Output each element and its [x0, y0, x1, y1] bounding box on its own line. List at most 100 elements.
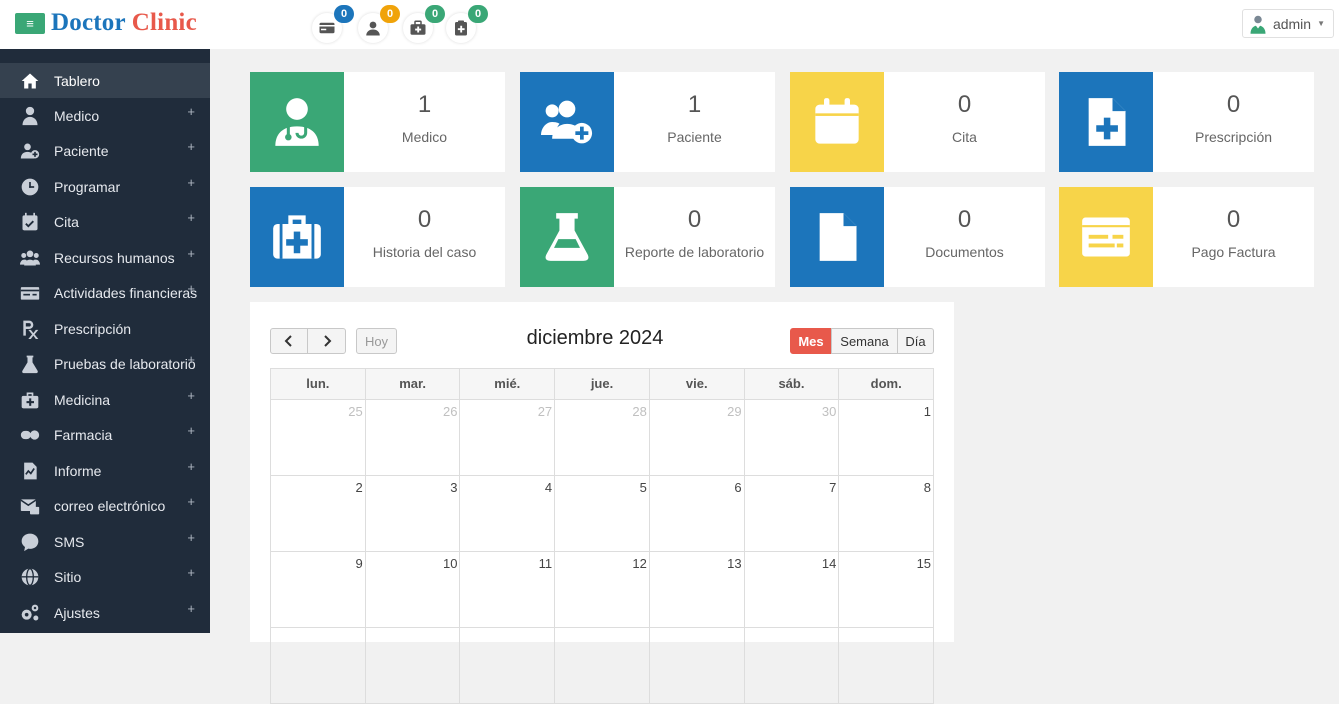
calendar-day-cell[interactable]: 13	[650, 552, 745, 627]
medical-kit-notification-button[interactable]: 0	[403, 5, 445, 43]
sidebar-item-tablero[interactable]: Tablero	[0, 63, 210, 98]
calendar-day-cell[interactable]: 10	[366, 552, 461, 627]
patient-notification-button[interactable]: 0	[358, 5, 400, 43]
sidebar-item-informe[interactable]: Informe +	[0, 453, 210, 488]
stat-value: 1	[687, 91, 702, 118]
stat-icon-box	[1059, 187, 1153, 287]
calendar-day-cell[interactable]: 15	[839, 552, 935, 627]
calendar-day-cell[interactable]: 14	[745, 552, 840, 627]
stat-value: 0	[1226, 206, 1241, 233]
sidebar-item-cita[interactable]: Cita +	[0, 204, 210, 239]
sidebar-item-medicina[interactable]: Medicina +	[0, 382, 210, 417]
weekday-header: vie.	[650, 369, 745, 399]
calendar-day-cell[interactable]: 30	[745, 400, 840, 475]
calendar-today-button[interactable]: Hoy	[356, 328, 397, 354]
calendar-day-cell[interactable]: 2	[271, 476, 366, 551]
calendar-day-cell[interactable]	[366, 628, 461, 703]
sidebar-item-label: Informe	[54, 462, 102, 479]
stat-label: Medico	[401, 129, 448, 145]
calendar-day-cell[interactable]: 12	[555, 552, 650, 627]
stat-card-cita[interactable]: 0 Cita	[790, 72, 1045, 172]
home-icon	[19, 70, 41, 92]
medkit-icon	[273, 215, 321, 259]
brand-logo[interactable]: Doctor Clinic	[51, 9, 197, 37]
calendar-day-cell[interactable]: 27	[460, 400, 556, 475]
calendar-day-cell[interactable]	[460, 628, 556, 703]
stat-card-pago-factura[interactable]: 0 Pago Factura	[1059, 187, 1314, 287]
credit-card-icon	[1082, 217, 1130, 257]
menu-toggle-button[interactable]: ≡	[15, 13, 45, 34]
sidebar-item-farmacia[interactable]: Farmacia +	[0, 417, 210, 452]
sidebar-item-actividades-financieras[interactable]: Actividades financieras +	[0, 275, 210, 310]
calendar-day-cell[interactable]: 5	[555, 476, 650, 551]
calendar-day-cell[interactable]: 3	[366, 476, 461, 551]
sidebar-item-paciente[interactable]: Paciente +	[0, 133, 210, 168]
sidebar-item-ajustes[interactable]: Ajustes +	[0, 595, 210, 630]
calendar-day-cell[interactable]: 28	[555, 400, 650, 475]
calendar-week-row: 2 3 4 5 6 7 8	[270, 476, 935, 552]
payment-notification-count: 0	[334, 5, 354, 23]
sidebar-item-sms[interactable]: SMS +	[0, 524, 210, 559]
sidebar-item-label: Ajustes	[54, 604, 100, 621]
sidebar-item-label: Recursos humanos	[54, 249, 175, 266]
calendar-day-cell[interactable]: 8	[839, 476, 935, 551]
sidebar-item-medico[interactable]: Medico +	[0, 98, 210, 133]
view-month-button[interactable]: Mes	[790, 328, 832, 354]
stat-card-reporte-de-laboratorio[interactable]: 0 Reporte de laboratorio	[520, 187, 775, 287]
sidebar-item-programar[interactable]: Programar +	[0, 169, 210, 204]
calendar-day-cell[interactable]	[650, 628, 745, 703]
stat-value: 0	[957, 91, 972, 118]
calendar-day-cell[interactable]	[555, 628, 650, 703]
calendar-day-cell[interactable]	[839, 628, 935, 703]
stat-icon-box	[790, 72, 884, 172]
payment-notification-button[interactable]: 0	[312, 5, 354, 43]
sidebar: Tablero Medico + Paciente + Programar + …	[0, 49, 210, 633]
user-menu[interactable]: admin ▼	[1241, 9, 1334, 38]
stat-value: 0	[687, 206, 702, 233]
stat-value: 0	[417, 206, 432, 233]
pills-icon	[19, 424, 41, 446]
calendar-next-button[interactable]	[307, 328, 346, 354]
sidebar-item-correo-electronico[interactable]: correo electrónico +	[0, 488, 210, 523]
sidebar-item-sitio[interactable]: Sitio +	[0, 559, 210, 594]
stat-card-documentos[interactable]: 0 Documentos	[790, 187, 1045, 287]
stat-value: 0	[1226, 91, 1241, 118]
calendar-day-cell[interactable]	[745, 628, 840, 703]
stat-card-medico[interactable]: 1 Medico	[250, 72, 505, 172]
calendar-day-cell[interactable]: 4	[460, 476, 556, 551]
calendar-day-cell[interactable]: 9	[271, 552, 366, 627]
add-user-icon	[19, 140, 41, 162]
sidebar-item-pruebas-de-laboratorio[interactable]: Pruebas de laboratorio +	[0, 346, 210, 381]
prescription-notification-count: 0	[468, 5, 488, 23]
calendar-day-cell[interactable]	[271, 628, 366, 703]
calendar-prev-button[interactable]	[270, 328, 308, 354]
sidebar-item-label: Paciente	[54, 142, 109, 159]
file-medical-icon	[1088, 98, 1126, 146]
stat-value: 1	[417, 91, 432, 118]
view-day-button[interactable]: Día	[897, 328, 934, 354]
calendar-day-cell[interactable]: 7	[745, 476, 840, 551]
calendar-week-row: 25 26 27 28 29 30 1	[270, 400, 935, 476]
stat-card-historia-del-caso[interactable]: 0 Historia del caso	[250, 187, 505, 287]
flask-icon	[19, 353, 41, 375]
stat-card-paciente[interactable]: 1 Paciente	[520, 72, 775, 172]
calendar-day-cell[interactable]: 11	[460, 552, 556, 627]
weekday-header: jue.	[555, 369, 650, 399]
sidebar-item-prescripcion[interactable]: Prescripción	[0, 311, 210, 346]
calendar-day-cell[interactable]: 29	[650, 400, 745, 475]
stat-value: 0	[957, 206, 972, 233]
stat-label: Reporte de laboratorio	[624, 244, 765, 260]
stat-card-prescripcion[interactable]: 0 Prescripción	[1059, 72, 1314, 172]
sidebar-item-label: Programar	[54, 178, 121, 195]
sidebar-item-recursos-humanos[interactable]: Recursos humanos +	[0, 240, 210, 275]
stat-icon-box	[520, 187, 614, 287]
sidebar-item-label: Cita	[54, 213, 79, 230]
calendar-day-cell[interactable]: 26	[366, 400, 461, 475]
calendar-day-cell[interactable]: 25	[271, 400, 366, 475]
calendar-day-cell[interactable]: 1	[839, 400, 935, 475]
calendar-day-cell[interactable]: 6	[650, 476, 745, 551]
view-week-button[interactable]: Semana	[831, 328, 898, 354]
top-header: ≡ Doctor Clinic 0 0 0 0 admin ▼	[0, 0, 1339, 49]
prescription-notification-button[interactable]: 0	[446, 5, 488, 43]
doctor-icon	[19, 105, 41, 127]
